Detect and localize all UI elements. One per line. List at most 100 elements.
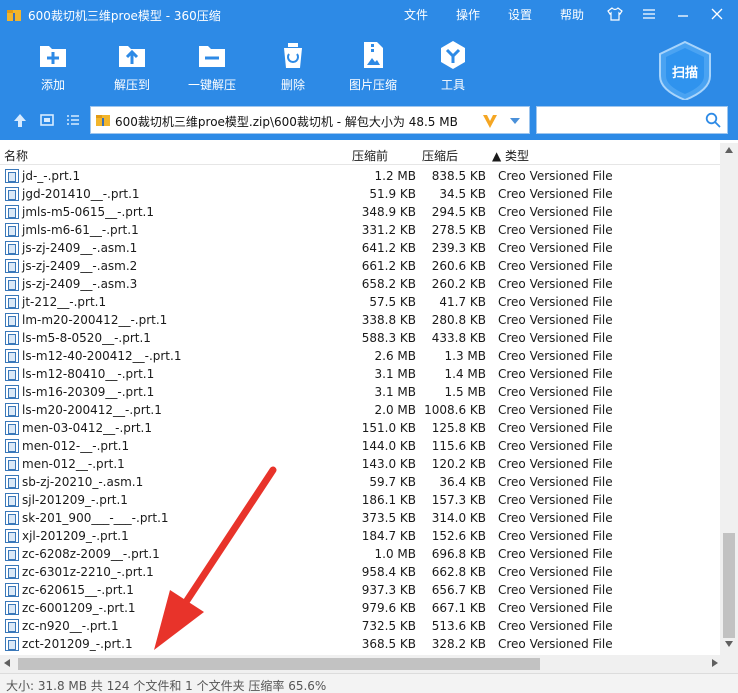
menu-button[interactable] [632, 3, 666, 25]
title-bar: 600裁切机三维proe模型 - 360压缩 文件 操作 设置 帮助 [0, 0, 738, 30]
window-title: 600裁切机三维proe模型 - 360压缩 [28, 9, 221, 23]
creo-file-icon [5, 205, 19, 219]
close-button[interactable] [700, 3, 734, 25]
creo-file-icon [5, 259, 19, 273]
tools-label: 工具 [440, 78, 465, 92]
column-compressed[interactable]: 压缩前 [352, 147, 388, 164]
scroll-up-icon[interactable] [725, 147, 733, 153]
file-row[interactable]: jmls-m6-61__-.prt.1 331.2 KB 278.5 KB Creo … [0, 221, 720, 239]
file-row[interactable]: jd-_-.prt.1 1.2 MB 838.5 KB Creo Versioned … [0, 167, 720, 185]
file-original-size: 260.2 KB [431, 277, 486, 291]
menu-bar: 文件 操作 设置 帮助 [390, 6, 598, 23]
add-icon [40, 46, 66, 67]
skin-button[interactable] [598, 3, 632, 25]
image-compress-button[interactable]: 图片压缩 [337, 36, 409, 96]
column-original[interactable]: 压缩后 [422, 147, 458, 164]
scroll-left-icon[interactable] [4, 659, 10, 667]
file-row[interactable]: men-03-0412__-.prt.1 151.0 KB 125.8 KB Creo… [0, 419, 720, 437]
thumbnail-view-icon[interactable] [38, 111, 56, 129]
v-logo-icon[interactable] [481, 112, 499, 130]
file-original-size: 1.3 MB [444, 349, 486, 363]
file-row[interactable]: sjl-201209_-.prt.1 186.1 KB 157.3 KB Creo V… [0, 491, 720, 509]
column-type[interactable]: ▲ 类型 [492, 147, 529, 164]
status-text: 大小: 31.8 MB 共 124 个文件和 1 个文件夹 压缩率 65.6% [6, 679, 327, 693]
file-original-size: 294.5 KB [431, 205, 486, 219]
scroll-right-icon[interactable] [712, 659, 718, 667]
file-row[interactable]: men-012__-.prt.1 143.0 KB 120.2 KB Creo Ver… [0, 455, 720, 473]
file-row[interactable]: lm-m20-200412__-.prt.1 338.8 KB 280.8 KB Cr… [0, 311, 720, 329]
file-name: men-03-0412__-.prt.1 [22, 421, 152, 435]
file-row[interactable]: ls-m16-20309__-.prt.1 3.1 MB 1.5 MB Creo Ve… [0, 383, 720, 401]
list-view-icon[interactable] [64, 111, 82, 129]
file-row[interactable]: js-zj-2409__-.asm.3 658.2 KB 260.2 KB Creo … [0, 275, 720, 293]
file-original-size: 696.8 KB [431, 547, 486, 561]
file-row[interactable]: jgd-201410__-.prt.1 51.9 KB 34.5 KB Creo Ve… [0, 185, 720, 203]
file-original-size: 125.8 KB [431, 421, 486, 435]
file-name: js-zj-2409__-.asm.1 [22, 241, 138, 255]
file-row[interactable]: sk-201_900___-___-.prt.1 373.5 KB 314.0 KB… [0, 509, 720, 527]
file-type: Creo Versioned File [498, 439, 613, 453]
scroll-down-icon[interactable] [725, 641, 733, 647]
horizontal-scrollbar[interactable] [0, 655, 738, 673]
file-row[interactable]: zc-6301z-2210_-.prt.1 958.4 KB 662.8 KB Cre… [0, 563, 720, 581]
file-name: jt-212__-.prt.1 [22, 295, 107, 309]
file-row[interactable]: sb-zj-20210_-.asm.1 59.7 KB 36.4 KB Creo Ve… [0, 473, 720, 491]
menu-settings[interactable]: 设置 [494, 6, 546, 23]
creo-file-icon [5, 547, 19, 561]
file-row[interactable]: js-zj-2409__-.asm.1 641.2 KB 239.3 KB Creo … [0, 239, 720, 257]
file-row[interactable]: ls-m12-40-200412__-.prt.1 2.6 MB 1.3 MB Cre… [0, 347, 720, 365]
file-name: zc-n920__-.prt.1 [22, 619, 119, 633]
file-row[interactable]: zct-201209_-.prt.1 368.5 KB 328.2 KB Creo V… [0, 635, 720, 653]
add-button[interactable]: 添加 [17, 36, 89, 96]
extract-to-label: 解压到 [113, 78, 150, 92]
minimize-button[interactable] [666, 3, 700, 25]
one-click-extract-button[interactable]: 一键解压 [176, 36, 248, 96]
menu-help[interactable]: 帮助 [546, 6, 598, 23]
up-arrow-icon[interactable] [11, 111, 29, 129]
horizontal-scroll-thumb[interactable] [18, 658, 540, 670]
file-row[interactable]: men-012-__-.prt.1 144.0 KB 115.6 KB Creo Ve… [0, 437, 720, 455]
file-name: js-zj-2409__-.asm.3 [22, 277, 138, 291]
file-name: sb-zj-20210_-.asm.1 [22, 475, 144, 489]
file-name: jd-_-.prt.1 [22, 169, 81, 183]
file-original-size: 656.7 KB [431, 583, 486, 597]
creo-file-icon [5, 529, 19, 543]
delete-button[interactable]: 删除 [257, 36, 329, 96]
creo-file-icon [5, 637, 19, 651]
file-row[interactable]: jmls-m5-0615__-.prt.1 348.9 KB 294.5 KB Cre… [0, 203, 720, 221]
file-row[interactable]: zc-620615__-.prt.1 937.3 KB 656.7 KB Creo V… [0, 581, 720, 599]
file-type: Creo Versioned File [498, 619, 613, 633]
file-name: zc-620615__-.prt.1 [22, 583, 134, 597]
file-name: zc-6001209_-.prt.1 [22, 601, 136, 615]
vertical-scroll-thumb[interactable] [723, 533, 735, 638]
window-controls [598, 3, 734, 25]
file-row[interactable]: jt-212__-.prt.1 57.5 KB 41.7 KB Creo Versio… [0, 293, 720, 311]
file-original-size: 314.0 KB [431, 511, 486, 525]
creo-file-icon [5, 223, 19, 237]
file-row[interactable]: ls-m5-8-0520__-.prt.1 588.3 KB 433.8 KB Cre… [0, 329, 720, 347]
scan-button[interactable]: 扫描 [656, 40, 714, 102]
address-bar: 600裁切机三维proe模型.zip\600裁切机 - 解包大小为 48.5 M… [0, 100, 738, 140]
file-row[interactable]: zc-n920__-.prt.1 732.5 KB 513.6 KB Creo Ver… [0, 617, 720, 635]
file-row[interactable]: ls-m12-80410__-.prt.1 3.1 MB 1.4 MB Creo Ve… [0, 365, 720, 383]
creo-file-icon [5, 493, 19, 507]
column-name[interactable]: 名称 [4, 147, 28, 164]
search-icon[interactable] [705, 112, 721, 128]
file-original-size: 120.2 KB [431, 457, 486, 471]
search-input[interactable] [536, 106, 728, 134]
creo-file-icon [5, 277, 19, 291]
file-type: Creo Versioned File [498, 511, 613, 525]
chevron-down-icon[interactable] [509, 117, 521, 125]
file-row[interactable]: ls-m20-200412__-.prt.1 2.0 MB 1008.6 KB Cre… [0, 401, 720, 419]
menu-file[interactable]: 文件 [390, 6, 442, 23]
file-row[interactable]: zc-6208z-2009__-.prt.1 1.0 MB 696.8 KB Creo… [0, 545, 720, 563]
vertical-scrollbar[interactable] [720, 143, 738, 655]
file-row[interactable]: xjl-201209_-.prt.1 184.7 KB 152.6 KB Creo V… [0, 527, 720, 545]
file-original-size: 667.1 KB [431, 601, 486, 615]
tools-button[interactable]: 工具 [417, 36, 489, 96]
menu-operation[interactable]: 操作 [442, 6, 494, 23]
file-row[interactable]: zc-6001209_-.prt.1 979.6 KB 667.1 KB Creo V… [0, 599, 720, 617]
address-field[interactable]: 600裁切机三维proe模型.zip\600裁切机 - 解包大小为 48.5 M… [90, 106, 530, 134]
file-row[interactable]: js-zj-2409__-.asm.2 661.2 KB 260.6 KB Creo … [0, 257, 720, 275]
extract-to-button[interactable]: 解压到 [96, 36, 168, 96]
